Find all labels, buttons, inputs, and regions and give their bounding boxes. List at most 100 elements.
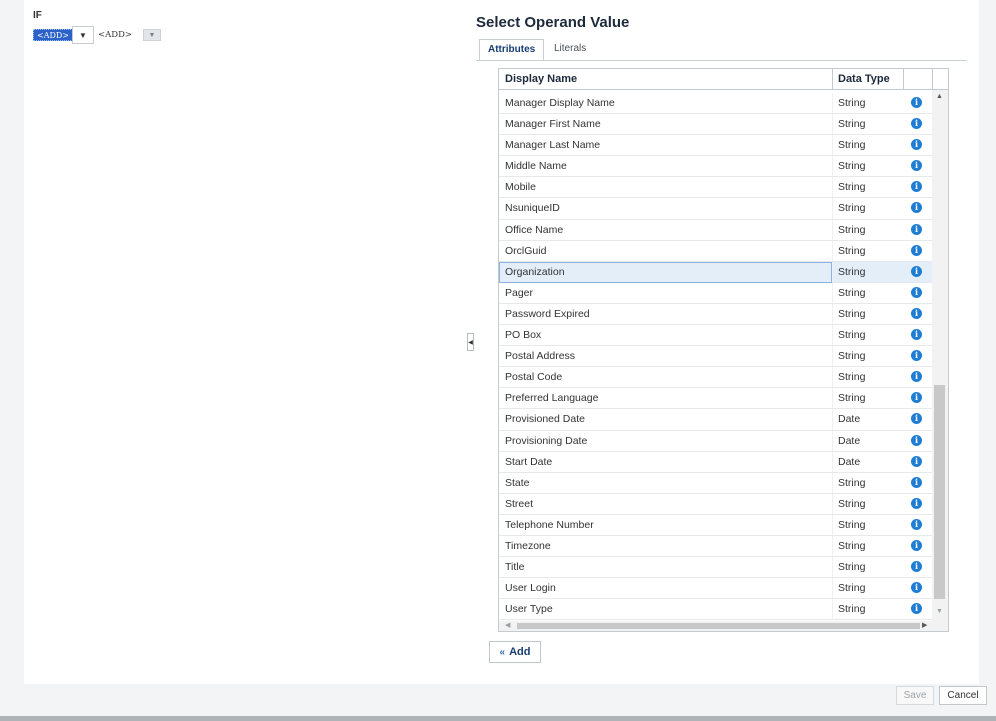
table-row[interactable]: Organization String i xyxy=(499,261,932,283)
column-header-display-name[interactable]: Display Name xyxy=(505,69,577,90)
table-row[interactable]: Provisioned Date Date i xyxy=(499,409,932,431)
column-divider xyxy=(832,69,833,90)
column-divider xyxy=(832,156,833,177)
info-icon[interactable]: i xyxy=(911,202,922,214)
vertical-scrollbar[interactable]: ▲ ▼ xyxy=(932,90,948,621)
cell-data-type: String xyxy=(838,307,866,320)
chevron-down-icon: ▼ xyxy=(79,30,87,40)
table-row[interactable]: Postal Address String i xyxy=(499,346,932,368)
table-row[interactable]: Manager Last Name String i xyxy=(499,135,932,157)
table-row[interactable]: NsuniqueID String i xyxy=(499,198,932,220)
cancel-button[interactable]: Cancel xyxy=(939,686,987,705)
cell-display-name: Provisioning Date xyxy=(505,434,588,447)
table-row[interactable]: Provisioning Date Date i xyxy=(499,430,932,452)
cell-data-type: String xyxy=(838,286,866,299)
info-icon[interactable]: i xyxy=(911,286,922,298)
cell-display-name: Postal Code xyxy=(505,371,563,384)
info-icon[interactable]: i xyxy=(911,582,922,594)
table-row[interactable]: Office Name String i xyxy=(499,219,932,241)
info-icon[interactable]: i xyxy=(911,561,922,573)
cell-display-name: Preferred Language xyxy=(505,392,599,405)
info-icon[interactable]: i xyxy=(911,139,922,151)
column-divider xyxy=(832,261,833,282)
operator-dropdown[interactable]: ▼ xyxy=(72,26,94,44)
cell-data-type: String xyxy=(838,97,866,109)
info-icon[interactable]: i xyxy=(911,434,922,446)
info-icon[interactable]: i xyxy=(911,603,922,615)
cell-data-type: String xyxy=(838,350,866,363)
scrollbar-thumb[interactable] xyxy=(517,623,920,629)
frame-right xyxy=(979,0,996,686)
horizontal-scrollbar[interactable]: ◀ ▶ xyxy=(499,621,932,631)
info-icon[interactable]: i xyxy=(911,371,922,383)
info-icon[interactable]: i xyxy=(911,350,922,362)
table-row[interactable]: Street String i xyxy=(499,493,932,515)
save-button[interactable]: Save xyxy=(896,686,934,705)
tab-attributes[interactable]: Attributes xyxy=(479,39,545,61)
info-icon[interactable]: i xyxy=(911,265,922,277)
right-operand-chip[interactable]: <ADD> xyxy=(98,30,132,41)
right-operand-dropdown[interactable]: ▼ xyxy=(143,29,161,41)
column-divider xyxy=(832,282,833,303)
info-icon[interactable]: i xyxy=(911,307,922,319)
table-row[interactable]: Pager String i xyxy=(499,282,932,304)
cell-data-type: String xyxy=(838,202,866,215)
table-row[interactable]: Preferred Language String i xyxy=(499,388,932,410)
column-divider xyxy=(832,367,833,388)
table-row[interactable]: Postal Code String i xyxy=(499,367,932,389)
add-button[interactable]: « Add xyxy=(489,641,541,663)
cell-display-name: Title xyxy=(505,561,525,574)
table-row[interactable]: User Login String i xyxy=(499,578,932,600)
info-icon[interactable]: i xyxy=(911,455,922,467)
table-row[interactable]: State String i xyxy=(499,472,932,494)
cell-data-type: Date xyxy=(838,434,861,447)
info-icon[interactable]: i xyxy=(911,392,922,404)
splitter-collapse-handle[interactable]: ◀ xyxy=(467,333,474,351)
cell-display-name: Office Name xyxy=(505,223,564,236)
info-icon[interactable]: i xyxy=(911,497,922,509)
table-row[interactable]: OrclGuid String i xyxy=(499,240,932,262)
info-icon[interactable]: i xyxy=(911,244,922,256)
table-row[interactable]: Manager First Name String i xyxy=(499,114,932,136)
info-icon[interactable]: i xyxy=(911,97,922,108)
tabs-divider xyxy=(476,60,967,61)
cell-display-name: Middle Name xyxy=(505,160,567,173)
left-operand-chip[interactable]: <ADD> xyxy=(33,29,74,41)
if-keyword: IF xyxy=(33,10,42,21)
scroll-right-icon[interactable]: ▶ xyxy=(922,621,927,631)
info-icon[interactable]: i xyxy=(911,476,922,488)
table-row[interactable]: PO Box String i xyxy=(499,325,932,347)
chevron-down-icon: ▼ xyxy=(148,31,156,39)
table-row[interactable]: Start Date Date i xyxy=(499,451,932,473)
cell-display-name: Password Expired xyxy=(505,307,590,320)
info-icon[interactable]: i xyxy=(911,118,922,130)
table-row[interactable]: Telephone Number String i xyxy=(499,514,932,536)
table-row[interactable]: Mobile String i xyxy=(499,177,932,199)
column-header-data-type[interactable]: Data Type xyxy=(838,69,890,90)
scroll-up-icon[interactable]: ▲ xyxy=(936,93,943,100)
info-icon[interactable]: i xyxy=(911,329,922,341)
tab-literals[interactable]: Literals xyxy=(546,39,594,61)
cell-data-type: String xyxy=(838,139,866,152)
cell-display-name: Manager Display Name xyxy=(505,97,615,109)
cell-display-name: User Type xyxy=(505,603,553,616)
scroll-down-icon[interactable]: ▼ xyxy=(936,608,943,615)
table-row[interactable]: Middle Name String i xyxy=(499,156,932,178)
cell-display-name: Mobile xyxy=(505,181,536,194)
info-icon[interactable]: i xyxy=(911,160,922,172)
table-row[interactable]: Manager Display Name String i xyxy=(499,93,932,115)
table-row[interactable]: Title String i xyxy=(499,557,932,579)
info-icon[interactable]: i xyxy=(911,539,922,551)
add-button-label: Add xyxy=(509,646,531,658)
scrollbar-thumb[interactable] xyxy=(934,385,945,599)
info-icon[interactable]: i xyxy=(911,413,922,425)
table-row[interactable]: Password Expired String i xyxy=(499,303,932,326)
column-divider xyxy=(832,599,833,620)
table-row[interactable]: Timezone String i xyxy=(499,535,932,558)
chevron-left-icon: ◀ xyxy=(468,339,473,346)
info-icon[interactable]: i xyxy=(911,223,922,235)
table-row[interactable]: User Type String i xyxy=(499,599,932,621)
info-icon[interactable]: i xyxy=(911,518,922,530)
scroll-left-icon[interactable]: ◀ xyxy=(505,621,510,631)
info-icon[interactable]: i xyxy=(911,181,922,193)
